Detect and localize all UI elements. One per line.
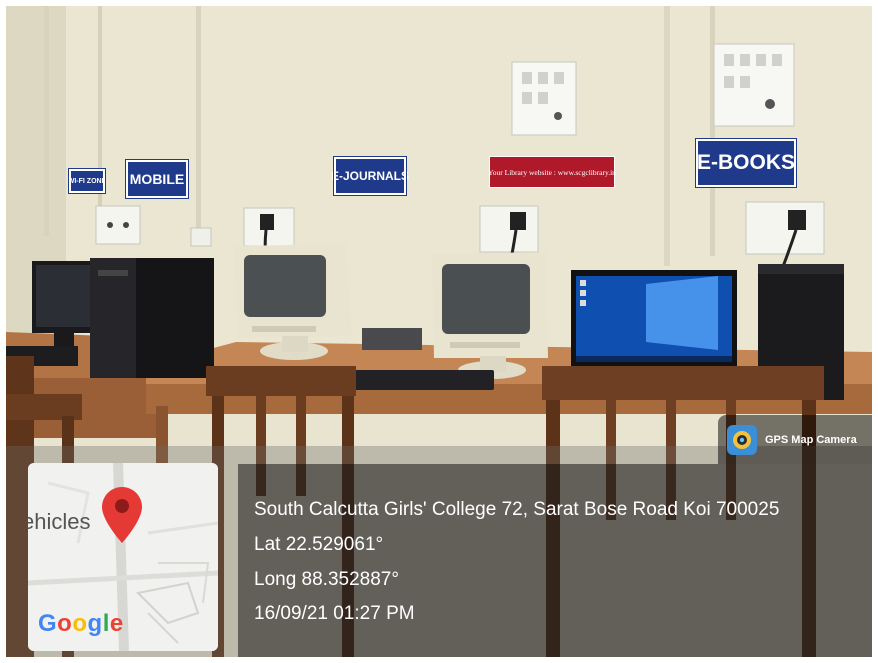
conduit xyxy=(196,6,201,241)
mini-map: ehicles Google xyxy=(28,463,218,651)
socket-board xyxy=(95,205,141,245)
ejournals-sign: E-JOURNALS xyxy=(331,156,409,196)
location-address: South Calcutta Girls' College 72, Sarat … xyxy=(254,499,780,520)
google-logo: Google xyxy=(38,610,124,637)
location-datetime: 16/09/21 01:27 PM xyxy=(254,603,415,624)
mobile-sign: MOBILE xyxy=(125,159,189,199)
map-pin-icon xyxy=(102,487,142,543)
flat-monitor-windows xyxy=(571,270,737,382)
gps-camera-app-icon xyxy=(727,424,757,455)
socket-board xyxy=(190,227,212,247)
location-longitude: Long 88.352887° xyxy=(254,569,399,590)
cables xyxy=(362,328,422,350)
gps-map-camera-badge: GPS Map Camera xyxy=(718,415,872,464)
gps-badge-label: GPS Map Camera xyxy=(765,433,857,446)
conduit xyxy=(664,6,670,266)
switchboard xyxy=(713,43,795,127)
library-website-sign: Your Library website : www.scgclibrary.i… xyxy=(488,156,616,188)
photo-frame: WI-FI ZONE MOBILE E-JOURNALS Your Librar… xyxy=(6,6,872,657)
desktop-tower xyxy=(90,258,214,378)
wifi-zone-sign: WI-FI ZONE xyxy=(68,168,106,194)
conduit xyxy=(44,6,49,236)
location-latitude: Lat 22.529061° xyxy=(254,534,384,555)
ebooks-sign: E-BOOKS xyxy=(695,138,797,188)
location-overlay: South Calcutta Girls' College 72, Sarat … xyxy=(238,464,872,657)
switchboard xyxy=(511,61,577,136)
keyboard xyxy=(354,370,494,390)
map-place-label: ehicles xyxy=(28,509,91,534)
